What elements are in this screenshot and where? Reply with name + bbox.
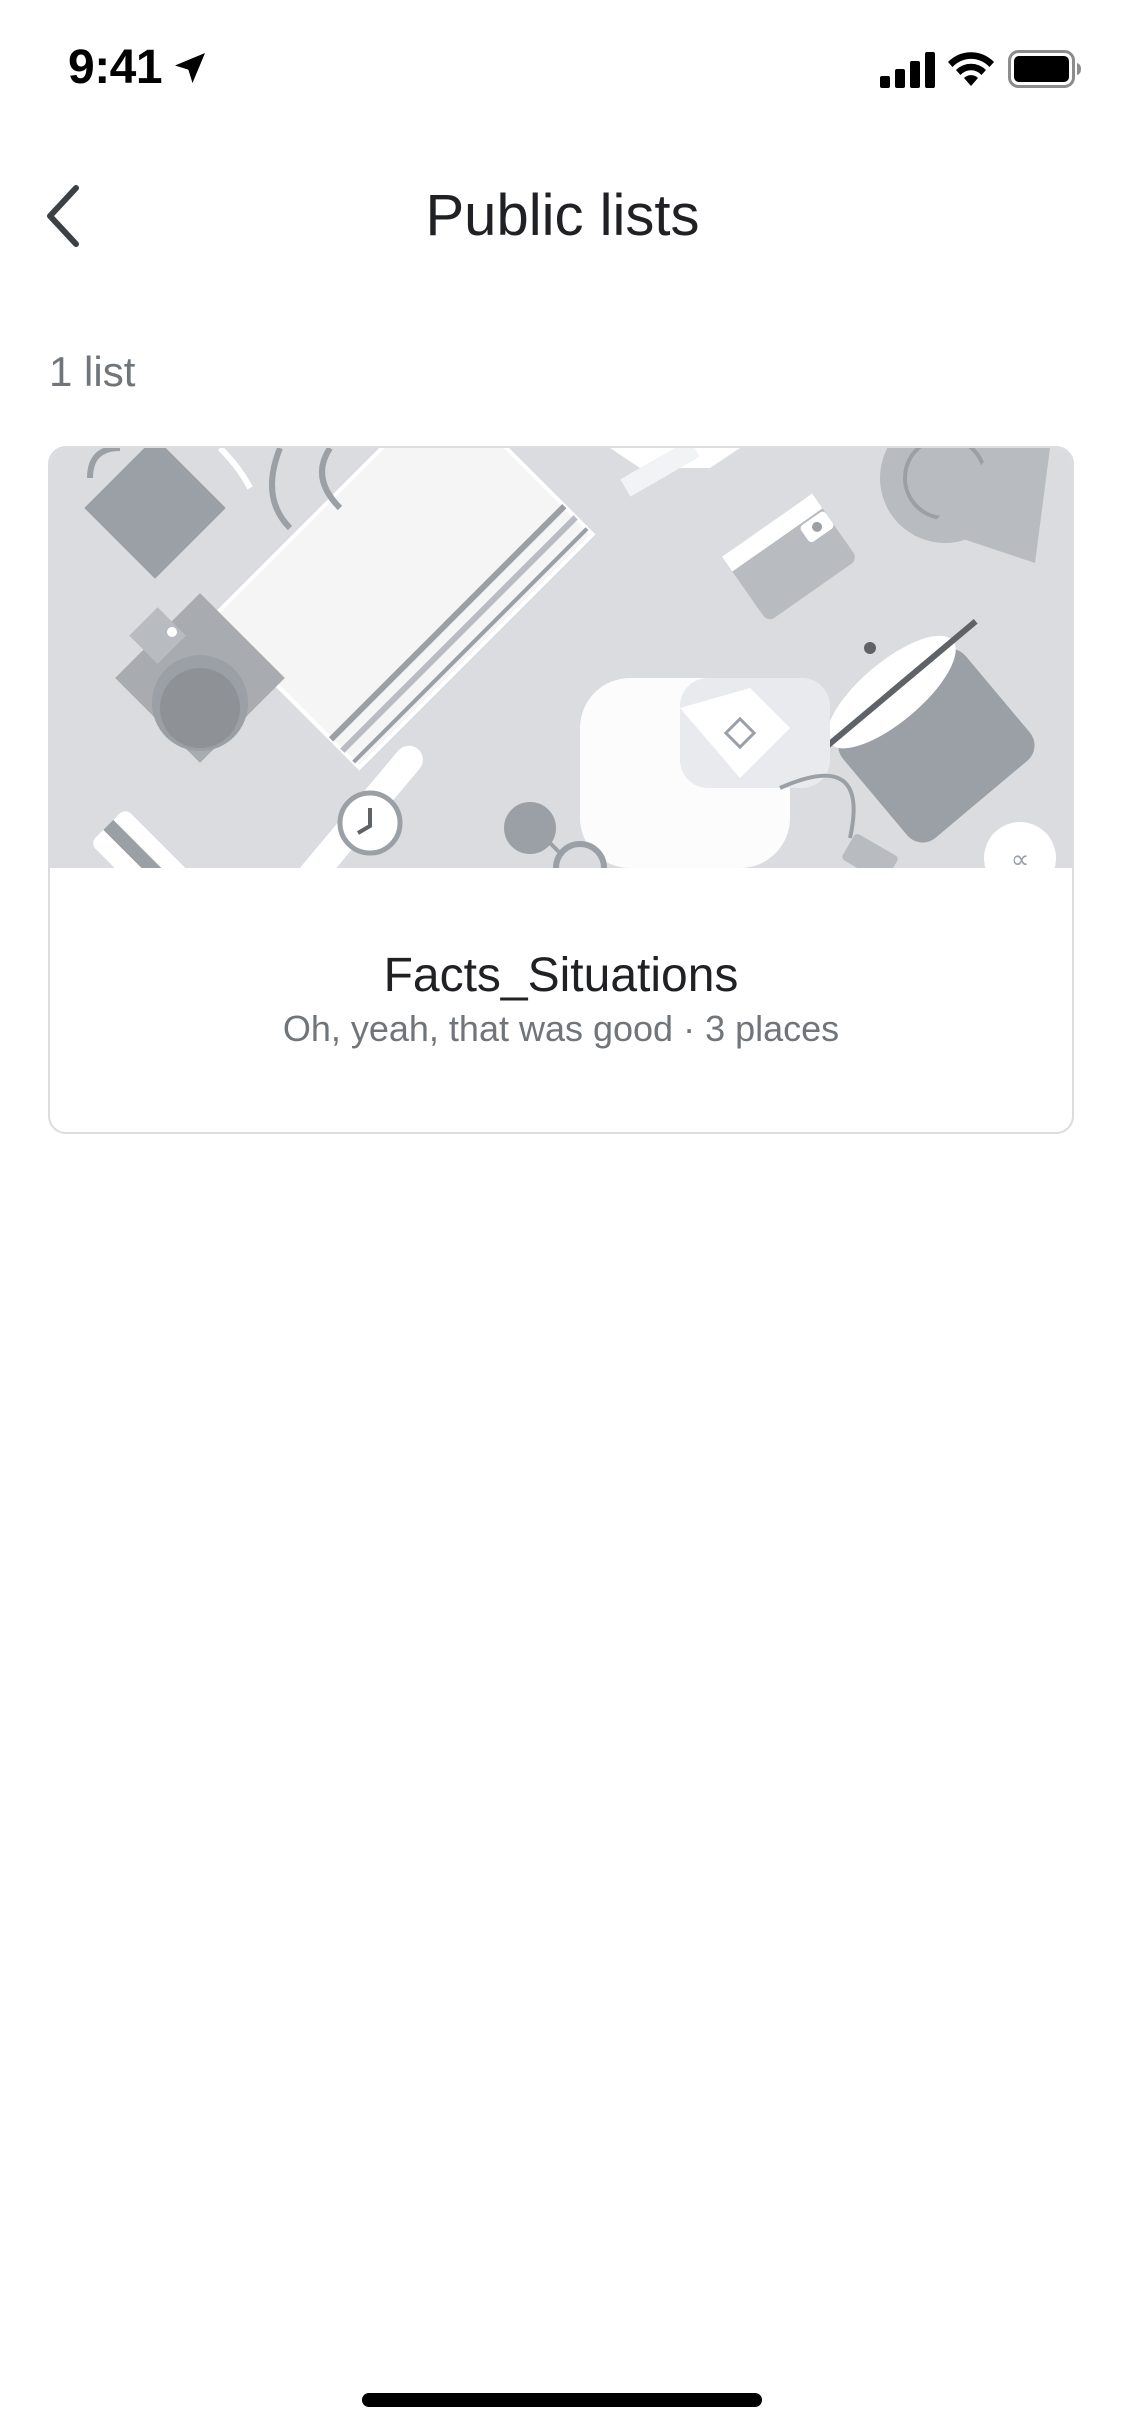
status-time: 9:41 — [68, 41, 163, 94]
list-subtitle: Oh, yeah, that was good · 3 places — [282, 1008, 840, 1049]
list-title: Facts_Situations — [383, 949, 739, 1002]
page-title: Public lists — [425, 183, 700, 248]
wifi-icon — [948, 52, 994, 86]
list-cover-image: ∝ — [50, 448, 1072, 868]
location-arrow-icon — [175, 53, 205, 83]
status-bar: 9:41 — [0, 0, 1125, 132]
home-indicator[interactable] — [362, 2393, 762, 2407]
list-card[interactable]: ∝ Facts_Situations Oh, yeah, that was go… — [48, 446, 1074, 1134]
cellular-signal-icon — [880, 52, 935, 88]
battery-icon — [1008, 50, 1081, 88]
svg-text:∝: ∝ — [1011, 844, 1030, 868]
app-header: Public lists — [0, 160, 1125, 270]
list-count: 1 list — [49, 348, 136, 395]
